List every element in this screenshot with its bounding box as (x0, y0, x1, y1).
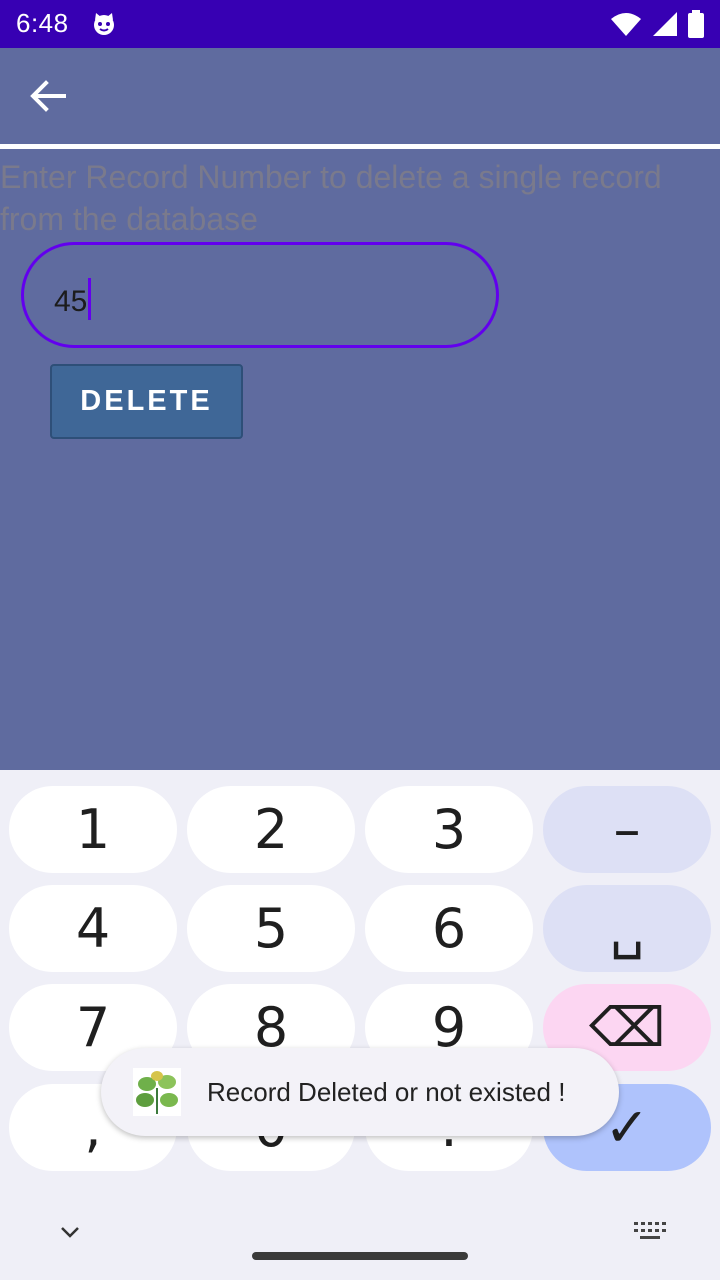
numeric-keyboard: 1 2 3 – 4 5 6 ␣ 7 8 9 ⌫ , 0 . ✓ (0, 770, 720, 1280)
key-4[interactable]: 4 (9, 885, 177, 972)
key-3[interactable]: 3 (365, 786, 533, 873)
record-number-text: 45 (54, 284, 88, 318)
back-arrow-icon[interactable] (24, 72, 72, 120)
instruction-text: Enter Record Number to delete a single r… (0, 159, 662, 237)
text-cursor (88, 278, 92, 320)
notification-cat-icon (94, 13, 114, 35)
delete-button[interactable]: DELETE (50, 364, 243, 439)
record-number-value[interactable]: 45 (54, 278, 92, 324)
divider (0, 144, 720, 149)
toast-message: Record Deleted or not existed ! (207, 1076, 566, 1107)
status-bar: 6:48 (0, 0, 720, 48)
keyboard-icon[interactable] (632, 1218, 668, 1246)
key-space[interactable]: ␣ (543, 885, 711, 972)
key-5[interactable]: 5 (187, 885, 355, 972)
key-6[interactable]: 6 (365, 885, 533, 972)
status-time: 6:48 (16, 8, 69, 38)
record-number-input[interactable]: 45 (21, 242, 499, 348)
gesture-nav-bar[interactable] (252, 1252, 468, 1260)
battery-icon (688, 10, 704, 38)
key-1[interactable]: 1 (9, 786, 177, 873)
app-bar (0, 48, 720, 144)
key-2[interactable]: 2 (187, 786, 355, 873)
signal-icon (653, 12, 677, 36)
chevron-down-icon[interactable] (54, 1218, 86, 1246)
plant-app-icon (133, 1068, 181, 1116)
toast-notification: Record Deleted or not existed ! (101, 1048, 619, 1136)
key-minus[interactable]: – (543, 786, 711, 873)
wifi-icon (611, 13, 641, 36)
